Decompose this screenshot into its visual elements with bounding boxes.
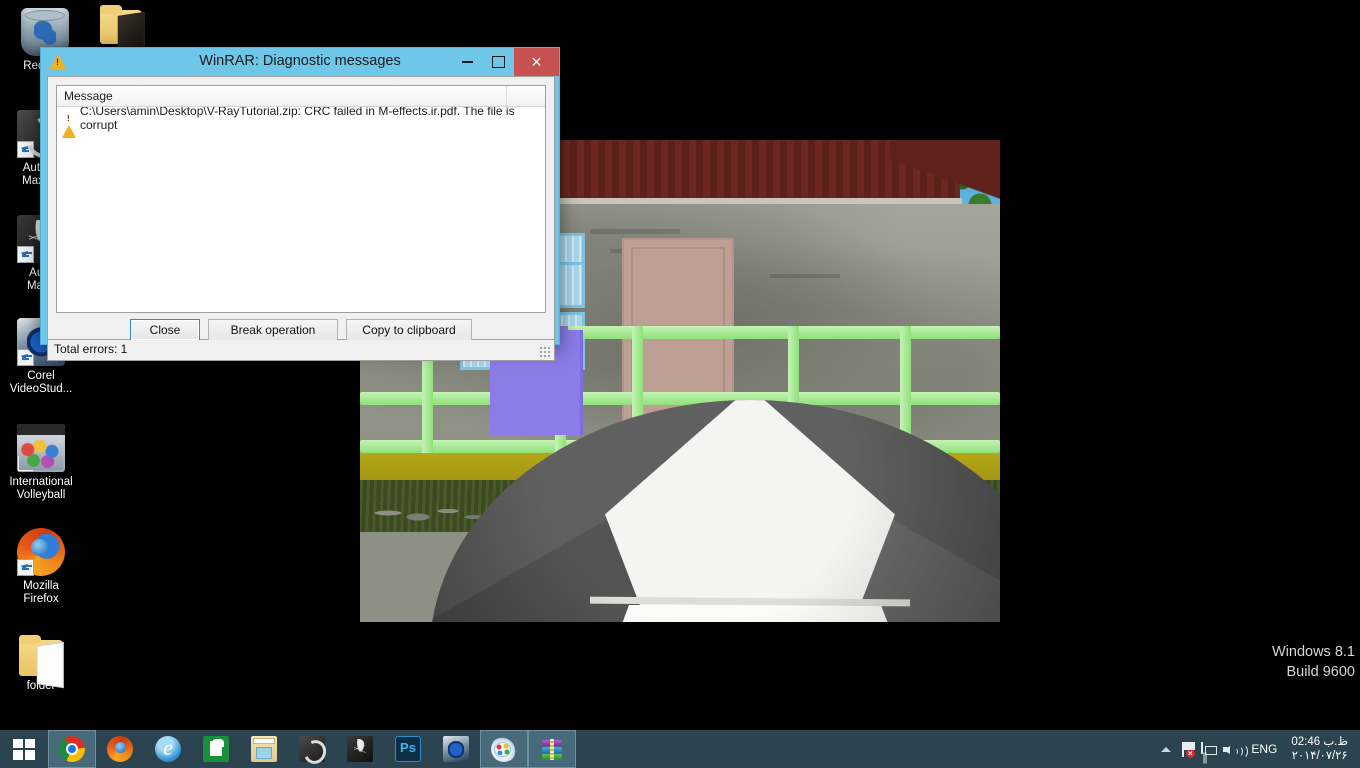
taskbar[interactable]: × ENG 02:46 ظ.ب ۲۰۱۴/۰۷/۲۶ — [0, 730, 1360, 768]
shortcut-overlay-icon — [17, 455, 34, 472]
break-operation-button[interactable]: Break operation — [208, 319, 338, 341]
firefox-icon — [107, 736, 133, 762]
clock-date: ۲۰۱۴/۰۷/۲۶ — [1291, 750, 1348, 762]
column-header-message[interactable]: Message — [57, 86, 507, 106]
desktop-icon-international-volleyball[interactable]: International Volleyball — [0, 424, 84, 502]
close-button[interactable] — [514, 48, 559, 76]
volume-button[interactable] — [1221, 730, 1249, 768]
messages-listview[interactable]: Message C:\Users\amin\Desktop\V-RayTutor… — [56, 85, 546, 313]
store-icon — [203, 736, 229, 762]
shortcut-overlay-icon — [17, 141, 34, 158]
mozilla-firefox-icon — [17, 528, 65, 576]
desktop-icon-label: VideoStud... — [9, 383, 73, 395]
language-indicator[interactable]: ENG — [1243, 742, 1285, 756]
taskbar-file-explorer[interactable] — [240, 730, 288, 768]
winrar-icon — [539, 736, 565, 762]
taskbar-paint[interactable] — [480, 730, 528, 768]
file-explorer-icon — [251, 736, 277, 762]
action-center-flag-icon: × — [1180, 741, 1197, 758]
network-button[interactable] — [1199, 730, 1221, 768]
column-header-blank[interactable] — [507, 86, 545, 106]
show-hidden-icons-button[interactable] — [1155, 730, 1177, 768]
desktop-icon-folder[interactable]: folder — [0, 632, 84, 693]
volume-icon — [1222, 741, 1249, 759]
autodesk-3ds-max-icon — [299, 736, 325, 762]
desktop-icon-label: Firefox — [23, 593, 59, 605]
warning-triangle-icon — [62, 110, 77, 138]
desktop-icon-label: International — [9, 476, 73, 488]
taskbar-chrome[interactable] — [48, 730, 96, 768]
maximize-button[interactable] — [483, 48, 514, 76]
table-row[interactable]: C:\Users\amin\Desktop\V-RayTutorial.zip:… — [57, 104, 545, 138]
folder-icon — [100, 5, 142, 44]
minimize-button[interactable] — [452, 48, 483, 76]
corel-videostudio-icon — [443, 736, 469, 762]
winrar-diagnostic-dialog[interactable]: WinRAR: Diagnostic messages Message C:\U… — [40, 47, 560, 361]
render-wall-streak — [770, 274, 840, 278]
chevron-up-icon — [1161, 746, 1172, 752]
watermark-line1: Windows 8.1 — [1271, 644, 1355, 660]
clock-time: 02:46 ظ.ب — [1291, 736, 1348, 748]
network-icon — [1201, 741, 1219, 758]
desktop-icon-label: Corel — [27, 370, 55, 382]
taskbar-maya[interactable] — [336, 730, 384, 768]
dialog-title-bar[interactable]: WinRAR: Diagnostic messages — [41, 48, 559, 76]
listview-header[interactable]: Message — [57, 86, 545, 107]
windows-activation-watermark: Windows 8.1 Build 9600 — [1272, 642, 1355, 682]
desktop[interactable]: Recyc… Autode Max 20 Auto Maya Corel Vid… — [0, 0, 1360, 730]
close-dialog-button[interactable]: Close — [130, 319, 200, 341]
desktop-icon-label: Volleyball — [16, 489, 66, 501]
ball-shading — [430, 400, 1000, 622]
render-roof-slope — [890, 140, 1000, 206]
desktop-icon-label: Mozilla — [23, 580, 59, 592]
windows-logo-icon — [13, 738, 35, 760]
dialog-body: Message C:\Users\amin\Desktop\V-RayTutor… — [47, 76, 555, 341]
desktop-icon-mozilla-firefox[interactable]: Mozilla Firefox — [0, 528, 84, 606]
shortcut-overlay-icon — [17, 559, 34, 576]
start-button[interactable] — [0, 730, 48, 768]
system-tray[interactable]: × ENG 02:46 ظ.ب ۲۰۱۴/۰۷/۲۶ — [1155, 730, 1360, 768]
status-bar: Total errors: 1 — [47, 340, 555, 361]
taskbar-store[interactable] — [192, 730, 240, 768]
taskbar-corel[interactable] — [432, 730, 480, 768]
taskbar-internet-explorer[interactable] — [144, 730, 192, 768]
render-soccer-ball — [430, 400, 1000, 622]
international-volleyball-icon — [17, 424, 65, 472]
shortcut-overlay-icon — [17, 246, 34, 263]
message-text: C:\Users\amin\Desktop\V-RayTutorial.zip:… — [80, 103, 515, 132]
desktop-icon-folder-top[interactable] — [78, 2, 164, 48]
folder-icon — [19, 635, 63, 676]
photoshop-icon — [395, 736, 421, 762]
autodesk-maya-icon — [347, 736, 373, 762]
window-controls[interactable] — [452, 48, 559, 76]
clock[interactable]: 02:46 ظ.ب ۲۰۱۴/۰۷/۲۶ — [1285, 735, 1354, 763]
taskbar-firefox[interactable] — [96, 730, 144, 768]
paint-icon — [491, 736, 517, 762]
dialog-button-row: Close Break operation Copy to clipboard — [48, 319, 554, 341]
resize-grip[interactable] — [539, 346, 551, 358]
shortcut-overlay-icon — [17, 349, 34, 366]
chrome-icon — [59, 736, 85, 762]
internet-explorer-icon — [155, 735, 181, 762]
render-wall-streak — [590, 229, 680, 234]
taskbar-photoshop[interactable] — [384, 730, 432, 768]
copy-to-clipboard-button[interactable]: Copy to clipboard — [346, 319, 472, 341]
total-errors-text: Total errors: 1 — [54, 342, 128, 356]
taskbar-winrar[interactable] — [528, 730, 576, 768]
action-center-button[interactable]: × — [1177, 730, 1199, 768]
watermark-line2: Build 9600 — [1286, 664, 1355, 680]
taskbar-3ds-max[interactable] — [288, 730, 336, 768]
